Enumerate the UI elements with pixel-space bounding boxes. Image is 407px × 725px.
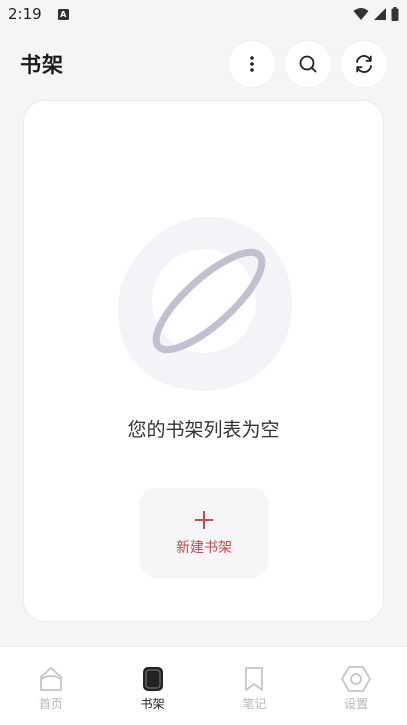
search-button[interactable] [285, 41, 331, 87]
status-time: 2:19 [8, 5, 42, 23]
bottom-navigation: 首页 书架 笔记 设置 [0, 646, 407, 725]
nav-label-home: 首页 [38, 697, 63, 711]
plus-icon [195, 511, 213, 529]
wifi-icon [353, 8, 369, 20]
refresh-button[interactable] [341, 41, 387, 87]
bookmark-icon [245, 667, 264, 691]
settings-icon [341, 666, 372, 692]
page-title: 书架 [20, 53, 64, 77]
notification-badge: A [57, 8, 69, 20]
nav-item-bookshelf[interactable]: 书架 [102, 647, 204, 725]
nav-label-settings: 设置 [344, 697, 369, 711]
search-icon [299, 55, 317, 73]
nav-item-home[interactable]: 首页 [0, 647, 102, 725]
status-icons [353, 7, 399, 21]
battery-icon [391, 7, 399, 21]
new-shelf-label: 新建书架 [176, 540, 232, 556]
nav-label-bookshelf: 书架 [140, 697, 165, 711]
empty-state-message: 您的书架列表为空 [127, 419, 280, 441]
app-header: 书架 [0, 40, 407, 88]
more-vertical-icon [250, 56, 254, 72]
cellular-signal-icon [374, 8, 386, 20]
refresh-icon [356, 55, 372, 73]
new-shelf-button[interactable]: 新建书架 [139, 488, 269, 578]
nav-item-settings[interactable]: 设置 [305, 647, 407, 725]
bookshelf-icon [142, 667, 163, 691]
shelf-card: 您的书架列表为空 新建书架 [23, 100, 384, 622]
nav-item-notes[interactable]: 笔记 [204, 647, 306, 725]
more-button[interactable] [229, 41, 275, 87]
nav-label-notes: 笔记 [242, 697, 267, 711]
status-bar: 2:19 A [0, 0, 407, 28]
home-icon [39, 667, 62, 691]
planet-icon [117, 216, 293, 392]
header-actions [229, 41, 387, 87]
